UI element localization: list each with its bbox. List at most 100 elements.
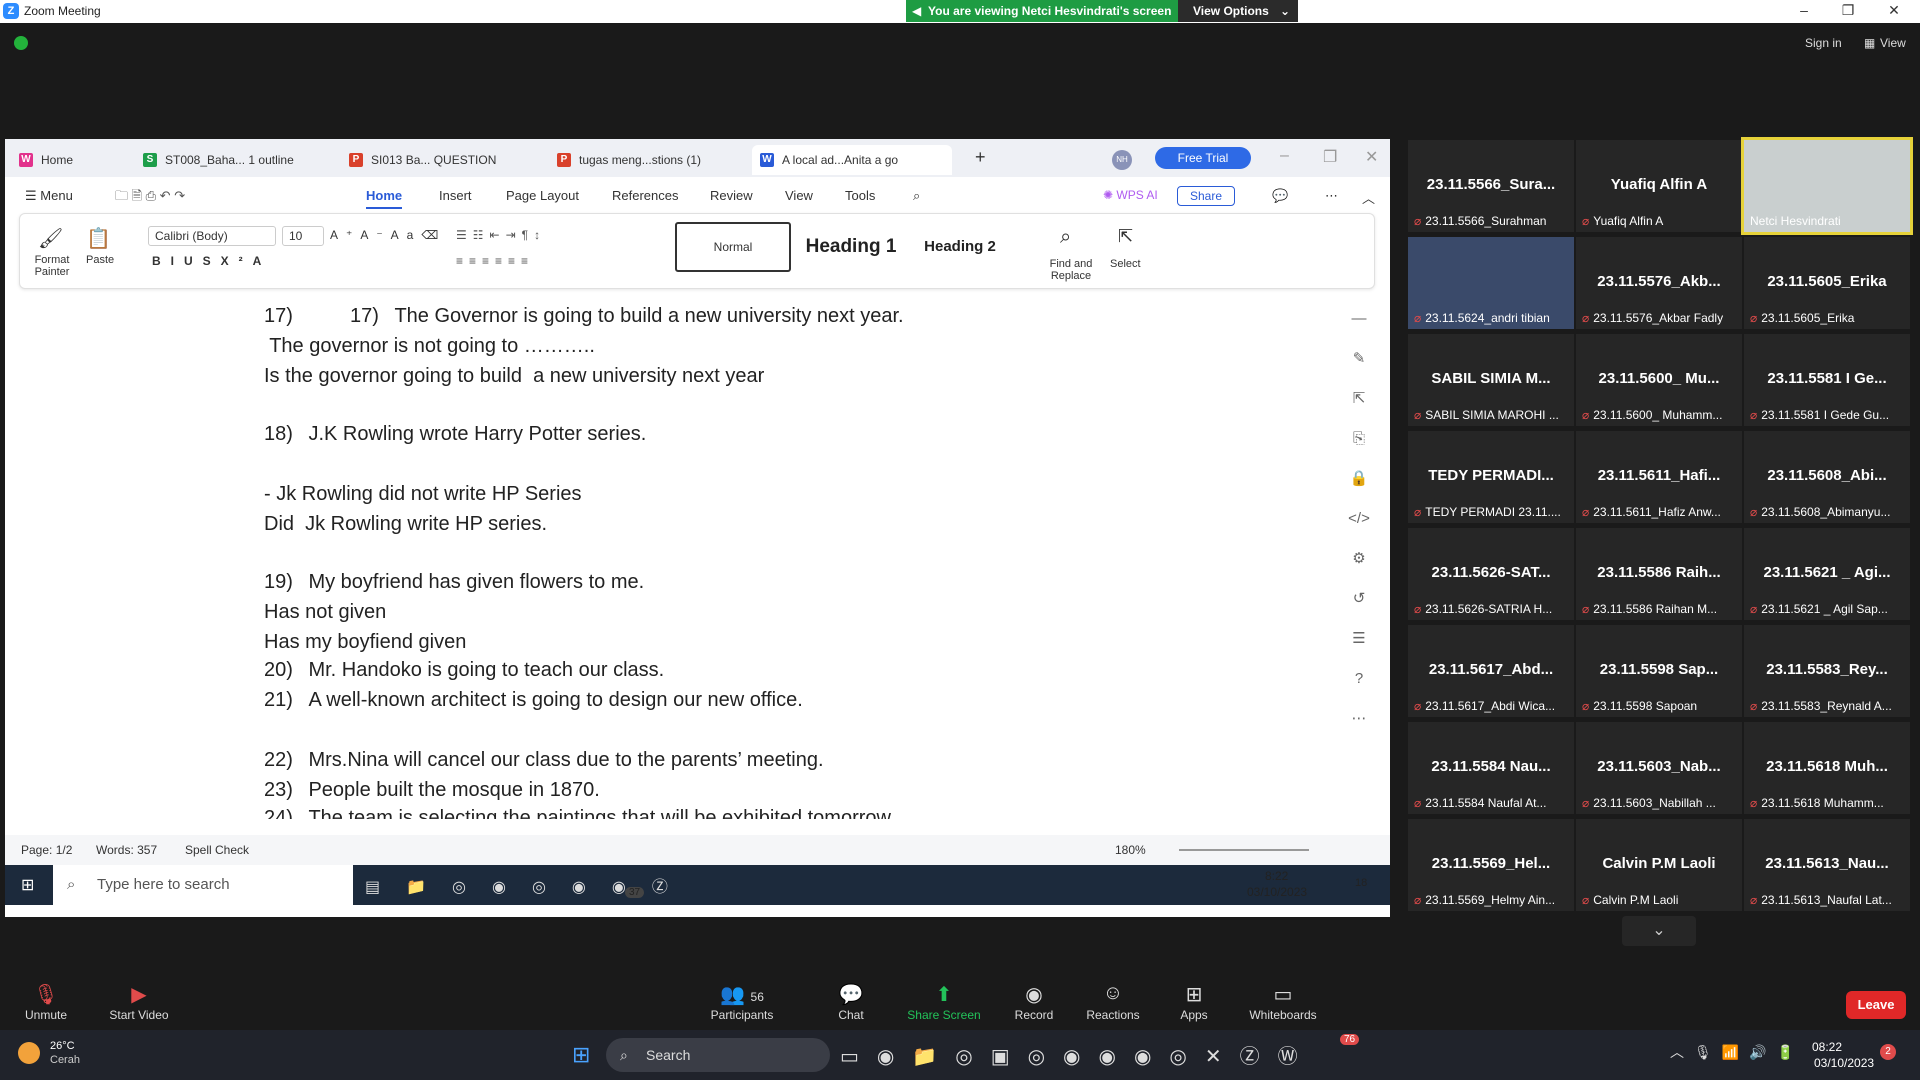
participant-tile[interactable]: 23.11.5613_Nau... ⌀ 23.11.5613_Naufal Lat.… [1744, 819, 1910, 911]
search-box[interactable]: ⌕ Type here to search [53, 865, 353, 905]
paste-button[interactable]: Paste [86, 254, 114, 266]
leave-button[interactable]: Leave [1846, 991, 1906, 1019]
view-options-button[interactable]: View Options ⌄ [1178, 0, 1298, 22]
start-video-button[interactable]: ▶ Start Video [104, 982, 174, 1022]
participant-tile[interactable]: 23.11.5605_Erika ⌀ 23.11.5605_Erika [1744, 237, 1910, 329]
format-painter-button[interactable]: Format Painter [30, 254, 74, 278]
font-size-select[interactable]: 10 [282, 226, 324, 246]
participant-tile[interactable]: 23.11.5603_Nab... ⌀ 23.11.5603_Nabillah ..… [1576, 722, 1742, 814]
pinned-apps[interactable]: ▤📁◎◉◎◉◉Ⓩ [365, 873, 694, 897]
participant-tile[interactable]: 23.11.5600_ Mu... ⌀ 23.11.5600_ Muhamm... [1576, 334, 1742, 426]
maximize-icon[interactable]: ❐ [1838, 2, 1858, 20]
grid-view-icon[interactable]: ▦ [1864, 36, 1875, 50]
side-toolbar[interactable]: — ✎ ⇱ ⎘ 🔒 </> ⚙ ↺ ☰? ⋯ [1348, 299, 1370, 809]
tab-home[interactable]: W Home [11, 145, 121, 175]
spell-check-button[interactable]: Spell Check [185, 843, 249, 857]
participant-tile[interactable]: 23.11.5621 _ Agi... ⌀ 23.11.5621 _ Agil Sa… [1744, 528, 1910, 620]
notification-count[interactable]: 2 [1880, 1044, 1896, 1060]
view-button[interactable]: View [1880, 36, 1906, 50]
reactions-button[interactable]: ☺ Reactions [1085, 982, 1141, 1022]
tab-tools[interactable]: Tools [845, 188, 875, 203]
participant-tile[interactable]: 23.11.5576_Akb... ⌀ 23.11.5576_Akbar Fadly [1576, 237, 1742, 329]
document-page[interactable]: 17) 17) The Governor is going to build a … [34, 295, 1324, 819]
restore-icon[interactable]: ❐ [1323, 147, 1337, 167]
tab-review[interactable]: Review [710, 188, 753, 203]
participant-tile[interactable]: 23.11.5617_Abd... ⌀ 23.11.5617_Abdi Wica..… [1408, 625, 1574, 717]
find-replace-button[interactable]: Find and Replace [1040, 258, 1102, 282]
participant-tile[interactable]: Yuafiq Alfin A ⌀ Yuafiq Alfin A [1576, 140, 1742, 232]
security-shield-icon[interactable] [14, 36, 28, 50]
tab-home-ribbon[interactable]: Home [366, 188, 403, 209]
tab-page-layout[interactable]: Page Layout [506, 188, 579, 203]
tab-active-document[interactable]: W A local ad...Anita a go [752, 145, 952, 175]
taskbar-search[interactable]: ⌕ Search [606, 1038, 830, 1072]
avatar[interactable]: NH [1112, 150, 1132, 170]
quick-access-icons[interactable]: 🗀 🗎 ⎙ ↶ ↷ [115, 187, 185, 209]
font-name-select[interactable]: Calibri (Body) [148, 226, 276, 246]
tab-document[interactable]: Ptugas meng...stions (1) [549, 145, 749, 175]
participant-tile[interactable]: TEDY PERMADI... ⌀ TEDY PERMADI 23.11.... [1408, 431, 1574, 523]
participant-tile[interactable]: 23.11.5608_Abi... ⌀ 23.11.5608_Abimanyu... [1744, 431, 1910, 523]
weather-temp[interactable]: 26°C [50, 1040, 75, 1052]
participant-tile[interactable]: 23.11.5598 Sap... ⌀ 23.11.5598 Sapoan [1576, 625, 1742, 717]
participant-tile[interactable]: 23.11.5566_Sura... ⌀ 23.11.5566_Surahman [1408, 140, 1574, 232]
collapse-ribbon-icon[interactable]: ︿ [1362, 188, 1375, 207]
select-button[interactable]: Select [1110, 258, 1141, 270]
participant-name: 23.11.5569_Hel... [1431, 855, 1551, 872]
alignment-tools[interactable]: ≡≡≡≡≡≡ [456, 254, 534, 268]
participant-tile[interactable]: SABIL SIMIA M... ⌀ SABIL SIMIA MAROHI ... [1408, 334, 1574, 426]
text-format-tools[interactable]: BIUSX²A [152, 254, 271, 268]
sign-in-link[interactable]: Sign in [1805, 36, 1842, 50]
notification-count[interactable]: 18 [1355, 877, 1367, 889]
participant-tile[interactable]: 23.11.5569_Hel... ⌀ 23.11.5569_Helmy Ain..… [1408, 819, 1574, 911]
participants-button[interactable]: 👥 56 Participants [704, 982, 780, 1022]
participant-tile[interactable]: 23.11.5583_Rey... ⌀ 23.11.5583_Reynald A..… [1744, 625, 1910, 717]
wps-ai-button[interactable]: ✺ WPS AI [1103, 188, 1158, 202]
minimize-icon[interactable]: – [1794, 2, 1814, 20]
tab-document[interactable]: P SI013 Ba... QUESTION [341, 145, 521, 175]
tab-insert[interactable]: Insert [439, 188, 472, 203]
start-icon[interactable]: ⊞ [572, 1042, 590, 1068]
record-button[interactable]: ◉ Record [1012, 982, 1056, 1022]
chat-button[interactable]: 💬 Chat [830, 982, 872, 1022]
comment-icon[interactable]: 💬 [1272, 188, 1288, 204]
tab-references[interactable]: References [612, 188, 678, 203]
participant-tile[interactable]: 23.11.5586 Raih... ⌀ 23.11.5586 Raihan M..… [1576, 528, 1742, 620]
search-icon[interactable]: ⌕ [913, 188, 920, 204]
unmute-button[interactable]: 🎙 Unmute [18, 982, 74, 1022]
minimize-icon[interactable]: – [1280, 147, 1289, 165]
style-heading-1[interactable]: Heading 1 [796, 222, 906, 272]
style-heading-2[interactable]: Heading 2 [910, 222, 1010, 272]
new-tab-icon[interactable]: + [975, 147, 986, 168]
tab-document[interactable]: S ST008_Baha... 1 outline [135, 145, 335, 175]
participant-tile[interactable]: Netci Hesvindrati [1741, 137, 1913, 235]
participant-tile[interactable]: 23.11.5581 I Ge... ⌀ 23.11.5581 I Gede Gu.… [1744, 334, 1910, 426]
paragraph-tools[interactable]: ☰☷⇤⇥¶↕ [456, 228, 546, 242]
start-icon[interactable]: ⊞ [21, 875, 34, 895]
participant-tile[interactable]: 23.11.5626-SAT... ⌀ 23.11.5626-SATRIA H... [1408, 528, 1574, 620]
taskbar-apps[interactable]: ▭◉📁◎▣◎◉◉◉◎✕ⓏⓌ [840, 1040, 1316, 1069]
style-normal[interactable]: Normal [675, 222, 791, 272]
word-count[interactable]: Words: 357 [96, 843, 157, 857]
tab-view[interactable]: View [785, 188, 813, 203]
share-screen-button[interactable]: ⬆ Share Screen [906, 982, 982, 1022]
participant-tile[interactable]: 23.11.5618 Muh... ⌀ 23.11.5618 Muhamm... [1744, 722, 1910, 814]
system-tray[interactable]: ︿🎙📶🔊🔋 [1670, 1042, 1804, 1062]
more-icon[interactable]: ⋯ [1325, 188, 1338, 204]
menu-button[interactable]: ☰ Menu [25, 188, 73, 204]
close-icon[interactable]: ✕ [1884, 2, 1904, 20]
share-button[interactable]: Share [1177, 186, 1235, 206]
zoom-slider[interactable] [1179, 849, 1309, 851]
apps-button[interactable]: ⊞ Apps [1176, 982, 1212, 1022]
participant-tile[interactable]: 23.11.5584 Nau... ⌀ 23.11.5584 Naufal At..… [1408, 722, 1574, 814]
scroll-down-icon[interactable]: ⌄ [1622, 916, 1696, 946]
whiteboards-button[interactable]: ▭ Whiteboards [1246, 982, 1320, 1022]
free-trial-button[interactable]: Free Trial [1155, 147, 1251, 169]
participant-tile[interactable]: 23.11.5611_Hafi... ⌀ 23.11.5611_Hafiz Anw.… [1576, 431, 1742, 523]
zoom-level[interactable]: 180% [1115, 843, 1146, 857]
close-icon[interactable]: ✕ [1365, 147, 1378, 167]
participant-label: ⌀ 23.11.5600_ Muhamm... [1582, 408, 1737, 422]
participant-tile[interactable]: Calvin P.M Laoli ⌀ Calvin P.M Laoli [1576, 819, 1742, 911]
participant-tile[interactable]: ⌀ 23.11.5624_andri tibian [1408, 237, 1574, 329]
font-tools[interactable]: A⁺A⁻Aa⌫ [330, 228, 446, 242]
